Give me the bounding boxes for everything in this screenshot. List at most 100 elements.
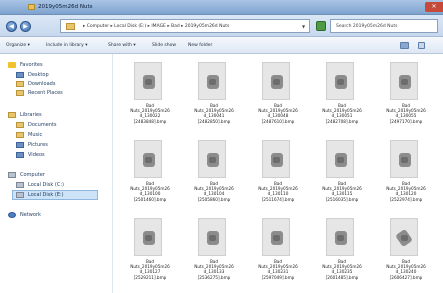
file-item[interactable]: Bad Nuts_2019y05m26 d_130133 [2536275].bmp bbox=[184, 214, 244, 293]
sidebar-item-videos[interactable]: Videos bbox=[28, 152, 45, 158]
file-item[interactable]: Bad Nuts_2019y05m26 d_130041 [2482850].bmp bbox=[184, 58, 244, 140]
image-thumbnail bbox=[134, 62, 162, 100]
slide-show-button[interactable]: Slide show bbox=[152, 43, 176, 48]
address-path: ▸ Computer ▸ Local Disk (E:) ▸ IMAGE ▸ B… bbox=[83, 24, 230, 29]
close-button[interactable]: ✕ bbox=[425, 2, 443, 12]
file-name: Bad Nuts_2019y05m26 d_130120 [2522974].bmp bbox=[376, 181, 436, 202]
drive-icon bbox=[16, 192, 24, 198]
file-item[interactable]: Bad Nuts_2019y05m26 d_130048 [2487610].bmp bbox=[248, 58, 308, 140]
nut-image-detail bbox=[273, 235, 280, 241]
network-icon bbox=[8, 212, 16, 218]
image-thumbnail bbox=[262, 140, 290, 178]
sidebar-item-pictures[interactable]: Pictures bbox=[28, 142, 48, 148]
sidebar-item-local-disk-e[interactable]: Local Disk (E:) bbox=[28, 192, 64, 198]
image-thumbnail bbox=[198, 218, 226, 256]
image-thumbnail bbox=[262, 218, 290, 256]
file-name-line: [2497170].bmp bbox=[389, 118, 423, 124]
share-with-button[interactable]: Share with ▾ bbox=[108, 43, 136, 48]
file-item[interactable]: Bad Nuts_2019y05m26 d_130240 [2606427].bmp bbox=[376, 214, 436, 293]
back-button[interactable]: ◀ bbox=[6, 21, 17, 32]
image-thumbnail bbox=[134, 140, 162, 178]
file-name: Bad Nuts_2019y05m26 d_130051 [2482708].bmp bbox=[312, 103, 372, 124]
include-in-library-button[interactable]: Include in library ▾ bbox=[46, 43, 88, 48]
search-input[interactable]: Search 2019y05m26d Nuts bbox=[330, 19, 438, 33]
file-item[interactable]: Bad Nuts_2019y05m26 d_130127 [2529211].bmp bbox=[120, 214, 180, 293]
sidebar-item-documents[interactable]: Documents bbox=[28, 122, 57, 128]
image-thumbnail bbox=[390, 140, 418, 178]
file-item[interactable]: Bad Nuts_2019y05m26 d_130022 [2483848].bmp bbox=[120, 58, 180, 140]
organize-button[interactable]: Organize ▾ bbox=[6, 43, 30, 48]
drive-icon bbox=[16, 182, 24, 188]
file-name-line: [2505860].bmp bbox=[197, 196, 231, 202]
file-item[interactable]: Bad Nuts_2019y05m26 d_130231 [2597049].bmp bbox=[248, 214, 308, 293]
refresh-button[interactable] bbox=[316, 21, 326, 31]
sidebar-item-local-disk-c[interactable]: Local Disk (C:) bbox=[28, 182, 64, 188]
file-item[interactable]: Bad Nuts_2019y05m26 d_130104 [2505860].bmp bbox=[184, 136, 244, 218]
file-item[interactable]: Bad Nuts_2019y05m26 d_130110 [2511674].bmp bbox=[248, 136, 308, 218]
sidebar-item-desktop[interactable]: Desktop bbox=[28, 72, 49, 78]
file-name-line: [2529211].bmp bbox=[133, 274, 167, 280]
file-name: Bad Nuts_2019y05m26 d_130235 [2601485].bmp bbox=[312, 259, 372, 280]
nut-image-detail bbox=[145, 157, 152, 163]
image-thumbnail bbox=[326, 218, 354, 256]
file-name: Bad Nuts_2019y05m26 d_130127 [2529211].bmp bbox=[120, 259, 180, 280]
sidebar-item-network[interactable]: Network bbox=[20, 212, 41, 218]
sidebar-item-recent-places[interactable]: Recent Places bbox=[28, 90, 63, 96]
nut-image-detail bbox=[145, 235, 152, 241]
nut-image-detail bbox=[273, 79, 280, 85]
image-thumbnail bbox=[198, 140, 226, 178]
image-thumbnail bbox=[326, 140, 354, 178]
computer-icon bbox=[8, 172, 16, 178]
file-list: Bad Nuts_2019y05m26 d_130022 [2483848].bmp B… bbox=[114, 54, 443, 293]
search-placeholder: Search 2019y05m26d Nuts bbox=[336, 24, 398, 29]
nut-image-detail bbox=[273, 157, 280, 163]
file-item[interactable]: Bad Nuts_2019y05m26 d_130115 [2516035].bmp bbox=[312, 136, 372, 218]
file-name-line: [2487610].bmp bbox=[261, 118, 295, 124]
new-folder-button[interactable]: New folder bbox=[188, 43, 212, 48]
sidebar-item-favorites[interactable]: Favorites bbox=[20, 62, 43, 68]
file-name-line: [2601485].bmp bbox=[325, 274, 359, 280]
sidebar-item-downloads[interactable]: Downloads bbox=[28, 81, 55, 87]
documents-icon bbox=[16, 122, 24, 128]
nut-image-detail bbox=[401, 157, 408, 163]
nut-image-detail bbox=[145, 79, 152, 85]
preview-pane-icon[interactable] bbox=[418, 42, 425, 49]
window-title: 2019y05m26d Nuts bbox=[38, 4, 93, 10]
music-icon bbox=[16, 132, 24, 138]
nut-image-detail bbox=[401, 235, 408, 241]
nut-image-detail bbox=[337, 79, 344, 85]
recent-places-icon bbox=[16, 90, 24, 96]
sidebar-item-computer[interactable]: Computer bbox=[20, 172, 45, 178]
file-name-line: [2516035].bmp bbox=[325, 196, 359, 202]
forward-button[interactable]: ▶ bbox=[20, 21, 31, 32]
file-name: Bad Nuts_2019y05m26 d_130115 [2516035].bmp bbox=[312, 181, 372, 202]
file-item[interactable]: Bad Nuts_2019y05m26 d_130235 [2601485].bmp bbox=[312, 214, 372, 293]
file-name: Bad Nuts_2019y05m26 d_130100 [2501460].bmp bbox=[120, 181, 180, 202]
libraries-icon bbox=[8, 112, 16, 118]
file-item[interactable]: Bad Nuts_2019y05m26 d_130120 [2522974].bmp bbox=[376, 136, 436, 218]
file-name: Bad Nuts_2019y05m26 d_130055 [2497170].bmp bbox=[376, 103, 436, 124]
file-name-line: [2511674].bmp bbox=[261, 196, 295, 202]
pictures-icon bbox=[16, 142, 24, 148]
image-thumbnail bbox=[134, 218, 162, 256]
view-options-icon[interactable] bbox=[400, 42, 409, 49]
folder-icon bbox=[28, 4, 35, 10]
image-thumbnail bbox=[262, 62, 290, 100]
address-bar[interactable]: ▸ Computer ▸ Local Disk (E:) ▸ IMAGE ▸ B… bbox=[60, 19, 310, 33]
sidebar-item-music[interactable]: Music bbox=[28, 132, 42, 138]
file-name-line: [2606427].bmp bbox=[389, 274, 423, 280]
image-thumbnail bbox=[326, 62, 354, 100]
command-bar: Organize ▾ Include in library ▾ Share wi… bbox=[0, 37, 443, 54]
file-name-line: [2501460].bmp bbox=[133, 196, 167, 202]
file-item[interactable]: Bad Nuts_2019y05m26 d_130051 [2482708].bmp bbox=[312, 58, 372, 140]
file-name: Bad Nuts_2019y05m26 d_130133 [2536275].bmp bbox=[184, 259, 244, 280]
nut-image-detail bbox=[209, 157, 216, 163]
file-name: Bad Nuts_2019y05m26 d_130110 [2511674].bmp bbox=[248, 181, 308, 202]
sidebar-item-libraries[interactable]: Libraries bbox=[20, 112, 42, 118]
address-dropdown-icon[interactable]: ▼ bbox=[302, 24, 305, 29]
file-item[interactable]: Bad Nuts_2019y05m26 d_130100 [2501460].bmp bbox=[120, 136, 180, 218]
address-row: ◀ ▶ ▸ Computer ▸ Local Disk (E:) ▸ IMAGE… bbox=[0, 15, 443, 37]
desktop-icon bbox=[16, 72, 24, 78]
nut-image-detail bbox=[401, 79, 408, 85]
file-item[interactable]: Bad Nuts_2019y05m26 d_130055 [2497170].bmp bbox=[376, 58, 436, 140]
